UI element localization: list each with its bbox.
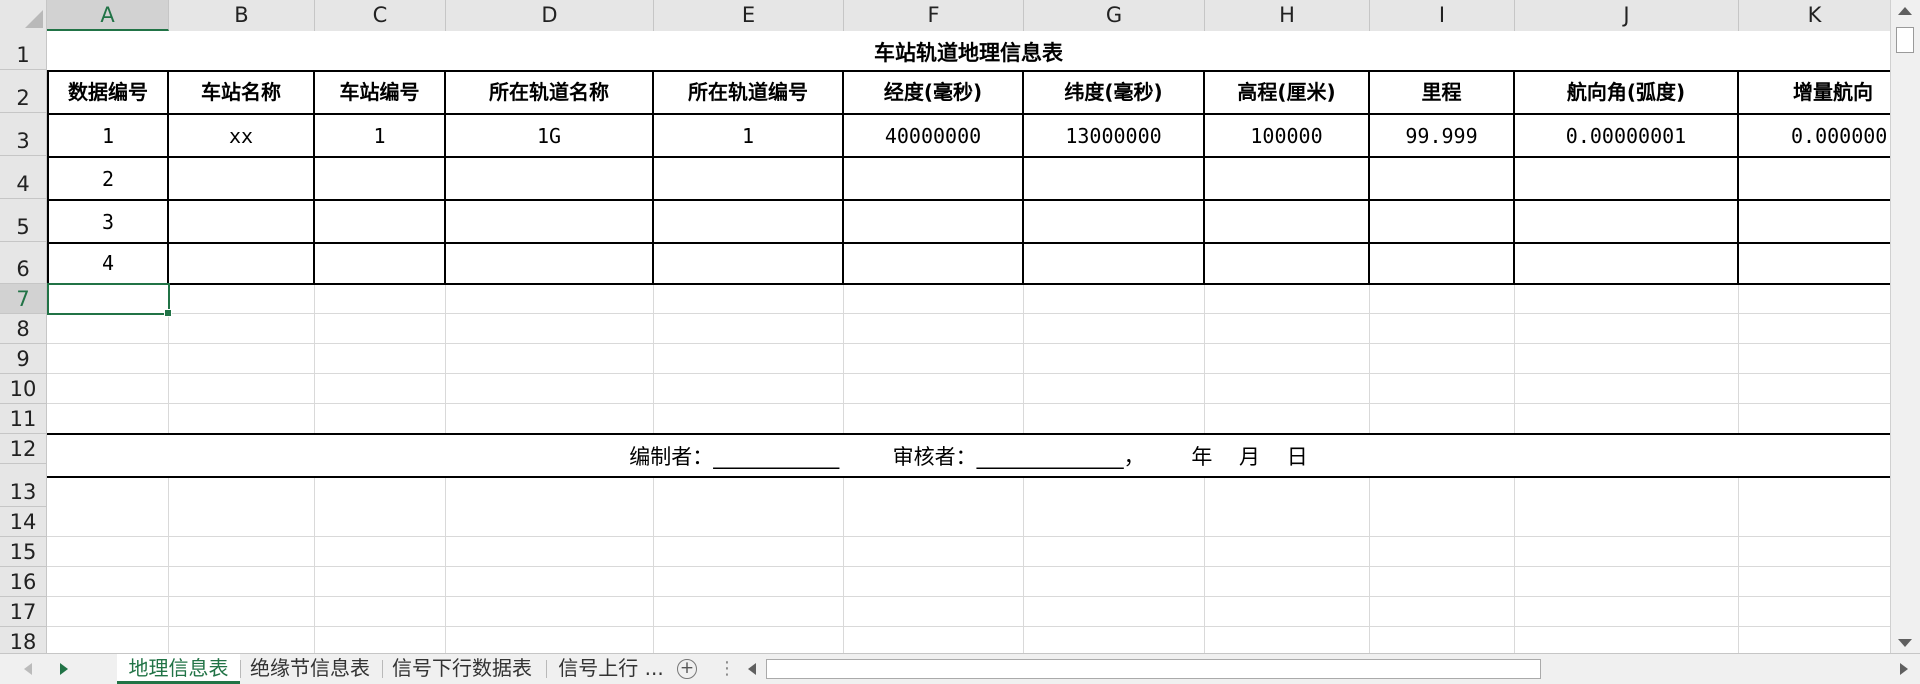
column-header-b[interactable]: B: [169, 0, 315, 31]
vertical-scrollbar[interactable]: [1890, 0, 1920, 653]
gridline: [47, 626, 1890, 627]
fill-handle[interactable]: [164, 309, 172, 317]
sheet-tab-geo-info[interactable]: 地理信息表: [117, 654, 240, 684]
gridline: [47, 566, 1890, 567]
signature-line: 编制者：____________ 审核者：______________， 年 月…: [47, 435, 1890, 477]
scroll-right-arrow-icon[interactable]: [1900, 663, 1908, 675]
sheet-tab-bar: 地理信息表 绝缘节信息表 信号下行数据表 信号上行 ... + ⋮: [0, 653, 1920, 684]
table-border: [47, 283, 1890, 285]
column-header-k[interactable]: K: [1739, 0, 1890, 31]
gridline: [47, 536, 1890, 537]
row-header-6[interactable]: 6: [0, 242, 46, 284]
header-elevation: 高程(厘米): [1237, 80, 1336, 104]
sheet-tab-signal-up[interactable]: 信号上行 ...: [552, 654, 670, 684]
header-mileage: 里程: [1421, 80, 1462, 104]
compiler-label: 编制者：____________: [629, 445, 840, 469]
table-cell[interactable]: 13000000: [1024, 115, 1203, 157]
header-heading: 航向角(弧度): [1566, 80, 1686, 104]
table-cell[interactable]: 0.00000001: [1515, 115, 1737, 157]
header-station-id: 车站编号: [339, 80, 420, 104]
column-header-bar: A B C D E F G H I J K: [0, 0, 1890, 32]
row-header-16[interactable]: 16: [0, 567, 46, 597]
tab-separator: [546, 660, 547, 678]
row-header-5[interactable]: 5: [0, 199, 46, 242]
row-header-2[interactable]: 2: [0, 70, 46, 113]
horizontal-scrollbar[interactable]: [740, 656, 1920, 682]
sheet-tab-signal-down[interactable]: 信号下行数据表: [386, 654, 538, 684]
vertical-scroll-thumb[interactable]: [1896, 27, 1914, 53]
table-cell[interactable]: 4: [49, 244, 167, 283]
sheet-tab-insulation[interactable]: 绝缘节信息表: [244, 654, 376, 684]
table-border: [47, 242, 1890, 244]
row-header-10[interactable]: 10: [0, 374, 46, 404]
tab-separator: [382, 660, 383, 678]
table-cell[interactable]: 100000: [1205, 115, 1368, 157]
reviewer-label: 审核者：______________，: [892, 445, 1145, 469]
header-station-name: 车站名称: [201, 80, 281, 104]
column-header-h[interactable]: H: [1205, 0, 1370, 31]
table-cell[interactable]: 3: [49, 201, 167, 243]
row-header-1[interactable]: 1: [0, 31, 46, 70]
table-cell[interactable]: 1: [49, 115, 167, 157]
table-cell[interactable]: 1: [654, 115, 842, 157]
column-header-j[interactable]: J: [1515, 0, 1739, 31]
table-cell[interactable]: 0.000000: [1739, 115, 1890, 157]
gridline: [47, 313, 1890, 314]
row-header-4[interactable]: 4: [0, 156, 46, 199]
previous-sheet-arrow-icon[interactable]: [24, 663, 32, 675]
selected-cell-a7[interactable]: [47, 283, 172, 317]
row-header-12[interactable]: 12: [0, 434, 46, 464]
table-border: [47, 199, 1890, 201]
gridline: [47, 373, 1890, 374]
column-header-d[interactable]: D: [446, 0, 654, 31]
select-all-triangle-icon: [25, 10, 43, 28]
header-longitude: 经度(毫秒): [883, 80, 983, 104]
column-header-a[interactable]: A: [47, 0, 169, 31]
tab-separator: [240, 660, 241, 678]
row-header-13[interactable]: 13: [0, 464, 46, 507]
header-data-id: 数据编号: [68, 80, 148, 104]
header-track-id: 所在轨道编号: [688, 80, 808, 104]
table-cell[interactable]: 1: [315, 115, 444, 157]
row-header-8[interactable]: 8: [0, 314, 46, 344]
row-header-18[interactable]: 18: [0, 627, 46, 653]
row-header-bar: 1 2 3 4 5 6 7 8 9 10 11 12 13 14 15 16 1…: [0, 31, 47, 653]
header-latitude: 纬度(毫秒): [1064, 80, 1163, 104]
tab-split-handle-icon[interactable]: ⋮: [718, 658, 736, 679]
gridline: [47, 343, 1890, 344]
column-header-c[interactable]: C: [315, 0, 446, 31]
row-header-7[interactable]: 7: [0, 284, 46, 314]
scroll-up-arrow-icon[interactable]: [1898, 7, 1912, 15]
horizontal-scroll-thumb[interactable]: [766, 659, 1541, 679]
scroll-left-arrow-icon[interactable]: [748, 663, 756, 675]
table-title: 车站轨道地理信息表: [874, 41, 1063, 65]
date-label: 年 月 日: [1191, 445, 1308, 469]
column-header-i[interactable]: I: [1370, 0, 1515, 31]
gridline: [47, 403, 1890, 404]
row-header-3[interactable]: 3: [0, 113, 46, 156]
table-cell[interactable]: 40000000: [844, 115, 1022, 157]
column-header-e[interactable]: E: [654, 0, 844, 31]
table-cell[interactable]: 1G: [446, 115, 652, 157]
scroll-down-arrow-icon[interactable]: [1898, 639, 1912, 647]
row-header-14[interactable]: 14: [0, 507, 46, 537]
row-header-11[interactable]: 11: [0, 404, 46, 434]
gridline: [47, 596, 1890, 597]
row-header-15[interactable]: 15: [0, 537, 46, 567]
column-header-g[interactable]: G: [1024, 0, 1205, 31]
table-cell[interactable]: xx: [169, 115, 313, 157]
add-sheet-button[interactable]: +: [677, 659, 697, 679]
header-heading-increment: 增量航向: [1793, 80, 1873, 104]
row-header-17[interactable]: 17: [0, 597, 46, 627]
table-cell[interactable]: 99.999: [1370, 115, 1513, 157]
cell-grid[interactable]: 车站轨道地理信息表 数据编号 车站名称 车站编号 所在轨道名称 所在轨道编号 经…: [47, 31, 1890, 653]
spreadsheet-grid-area: A B C D E F G H I J K 1 2 3 4 5 6 7 8 9 …: [0, 0, 1890, 653]
row-header-9[interactable]: 9: [0, 344, 46, 374]
column-header-f[interactable]: F: [844, 0, 1024, 31]
table-cell[interactable]: 2: [49, 158, 167, 200]
next-sheet-arrow-icon[interactable]: [60, 663, 68, 675]
select-all-corner[interactable]: [0, 0, 47, 31]
header-track-name: 所在轨道名称: [489, 80, 609, 104]
